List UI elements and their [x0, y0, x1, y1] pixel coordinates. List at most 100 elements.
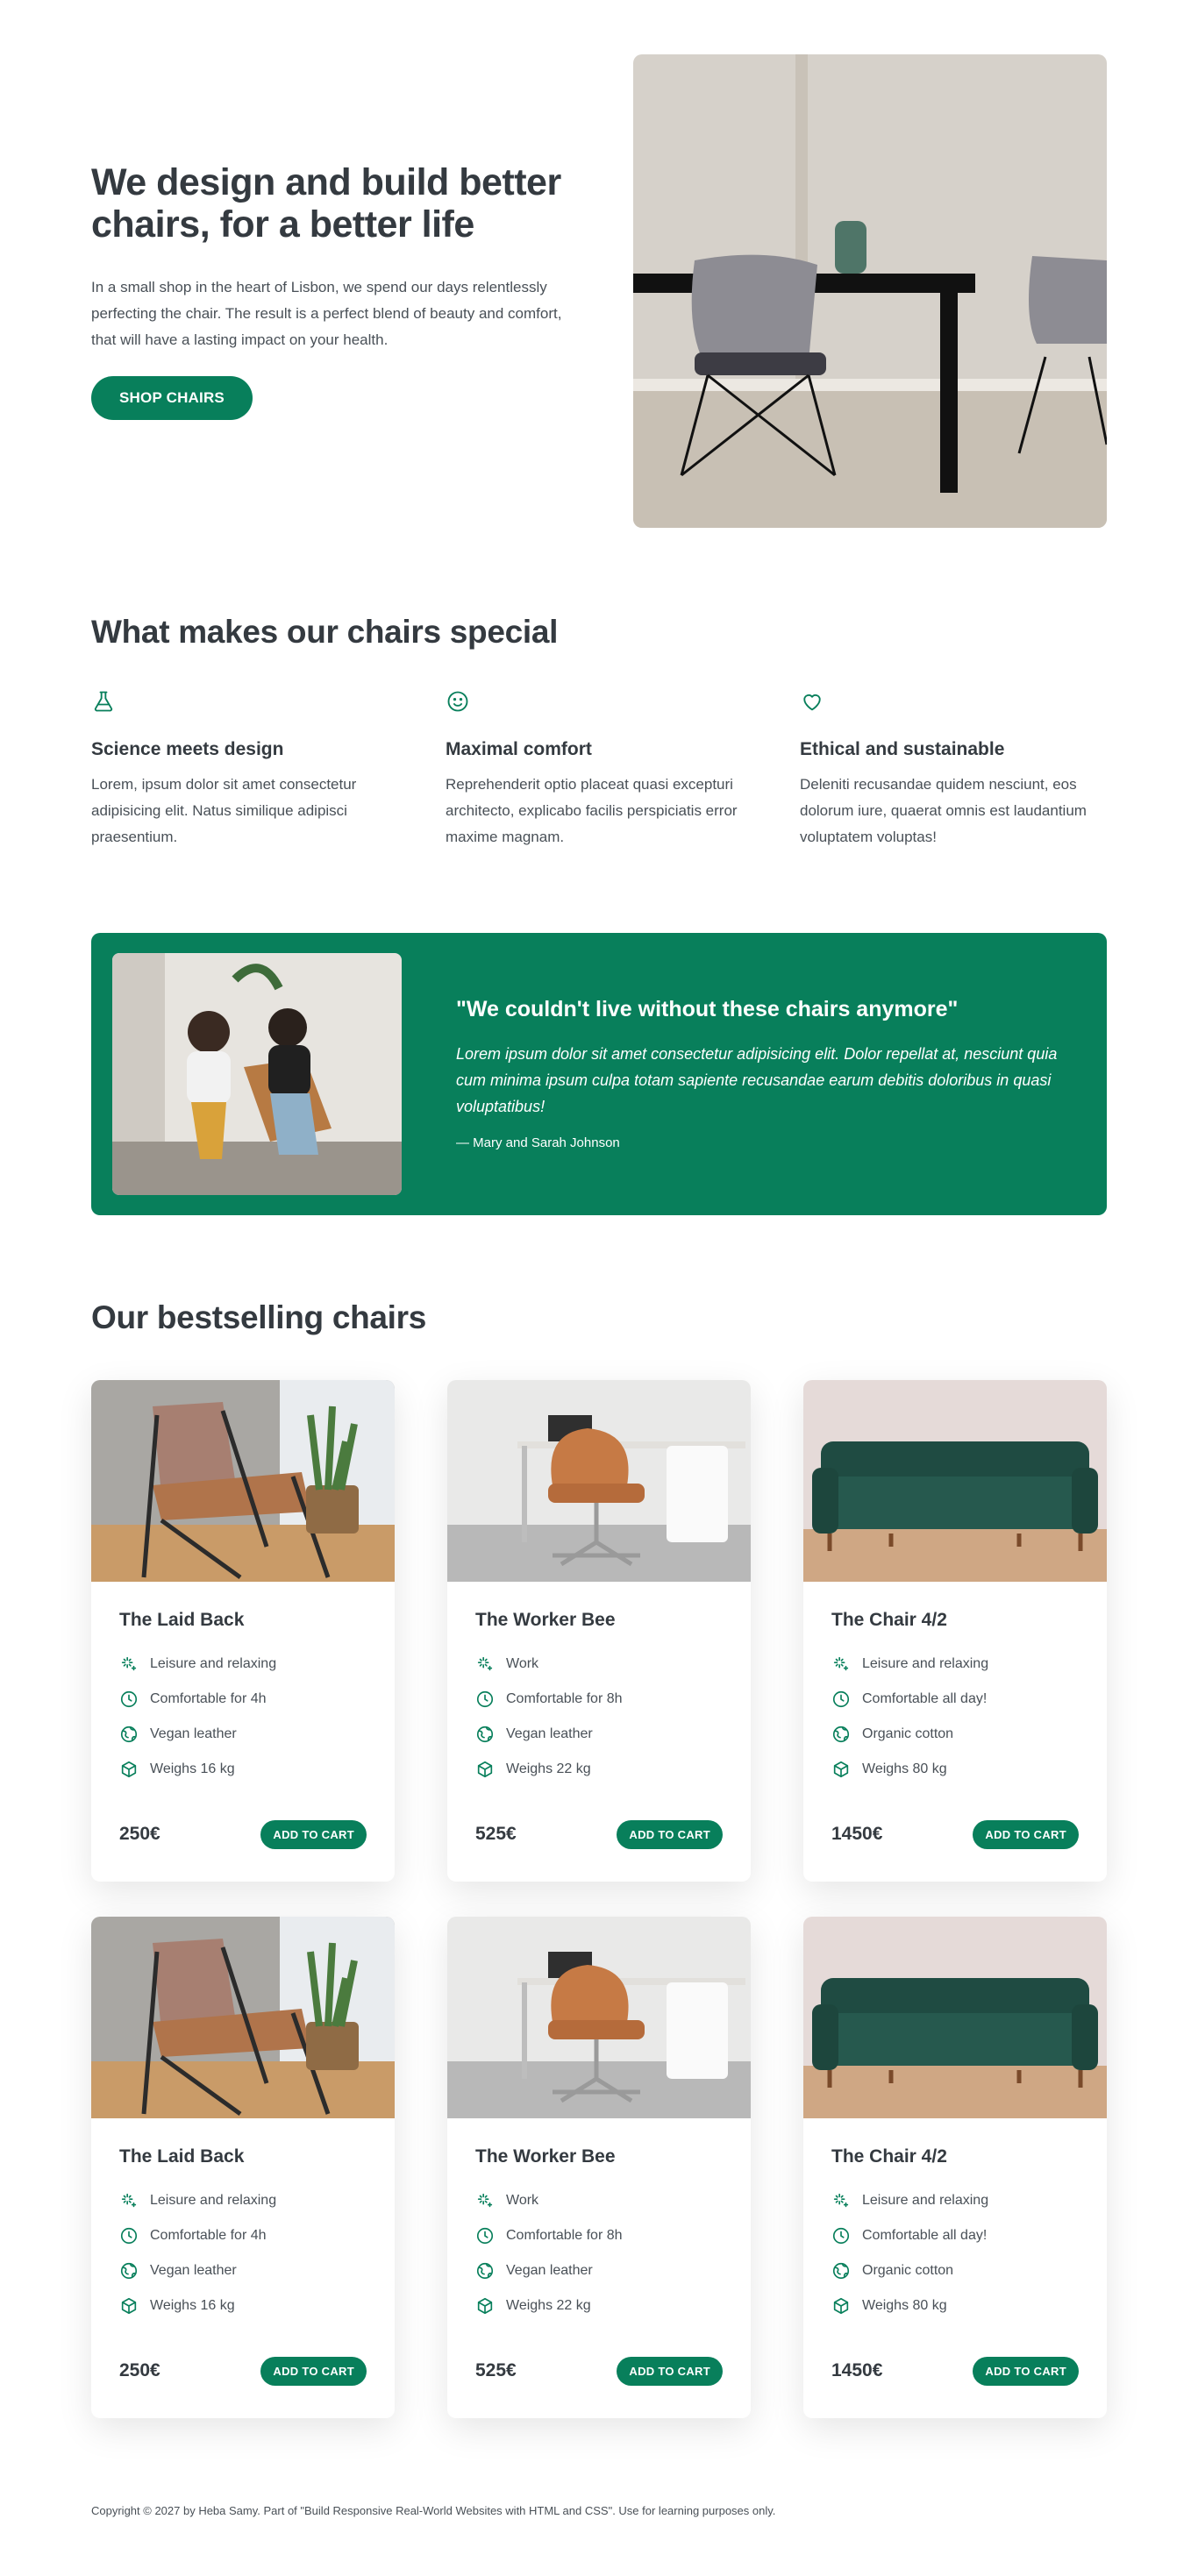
attr-text: Weighs 22 kg: [506, 2297, 591, 2313]
sofa-photo: [803, 1379, 1107, 1582]
product-attributes: Work Comfortable for 8h Vegan leather We…: [475, 1647, 723, 1787]
globe-icon: [120, 1726, 138, 1742]
product-footer: 525€ ADD TO CART: [475, 1819, 723, 1849]
globe-icon: [120, 2262, 138, 2279]
product-footer: 525€ ADD TO CART: [475, 2356, 723, 2386]
product-image: [447, 1916, 751, 2118]
product-footer: 1450€ ADD TO CART: [831, 1819, 1079, 1849]
attr-text: Work: [506, 2192, 539, 2208]
globe-icon: [832, 1726, 850, 1742]
product-body: The Laid Back Leisure and relaxing Comfo…: [91, 1582, 395, 1849]
attr-text: Vegan leather: [150, 2262, 237, 2278]
attr-material: Organic cotton: [831, 1717, 1079, 1752]
product-price: 1450€: [831, 2360, 883, 2381]
copyright-text: Copyright © 2027 by Heba Samy. Part of "…: [91, 2503, 776, 2517]
features-section: What makes our chairs special Science me…: [91, 614, 1107, 850]
attr-comfort: Comfortable for 8h: [475, 2218, 723, 2253]
attr-text: Leisure and relaxing: [150, 2192, 277, 2208]
attr-material: Organic cotton: [831, 2253, 1079, 2288]
hero-description: In a small shop in the heart of Lisbon, …: [91, 279, 562, 349]
add-to-cart-button[interactable]: ADD TO CART: [260, 2356, 367, 2386]
add-to-cart-button[interactable]: ADD TO CART: [617, 2356, 723, 2386]
attr-text: Organic cotton: [862, 2262, 954, 2278]
sparkles-icon: [121, 1656, 137, 1670]
product-image: [91, 1916, 395, 2118]
product-body: The Chair 4/2 Leisure and relaxing Comfo…: [803, 2118, 1107, 2386]
attr-text: Comfortable for 4h: [150, 2227, 267, 2243]
product-price: 1450€: [831, 1824, 883, 1845]
attr-usage: Leisure and relaxing: [119, 1647, 367, 1682]
product-attributes: Leisure and relaxing Comfortable for 4h …: [119, 2183, 367, 2323]
product-body: The Worker Bee Work Comfortable for 8h V…: [447, 1582, 751, 1849]
office-chair-photo: [447, 1379, 751, 1582]
attr-weight: Weighs 22 kg: [475, 2288, 723, 2323]
product-name: The Worker Bee: [475, 2145, 616, 2167]
attr-weight: Weighs 16 kg: [119, 1752, 367, 1787]
products-title: Our bestselling chairs: [91, 1299, 427, 1335]
clock-icon: [832, 2227, 850, 2244]
attr-comfort: Comfortable for 4h: [119, 2218, 367, 2253]
footer: Copyright © 2027 by Heba Samy. Part of "…: [91, 2504, 1107, 2556]
office-chair-photo: [447, 1916, 751, 2118]
product-card: The Laid Back Leisure and relaxing Comfo…: [91, 1379, 395, 1882]
cube-icon: [833, 1761, 849, 1777]
customers-photo: [112, 952, 402, 1195]
product-name: The Worker Bee: [475, 1609, 616, 1630]
product-name: The Laid Back: [119, 1609, 245, 1630]
attr-text: Vegan leather: [150, 1726, 237, 1741]
product-body: The Laid Back Leisure and relaxing Comfo…: [91, 2118, 395, 2386]
attr-text: Vegan leather: [506, 2262, 593, 2278]
attr-usage: Work: [475, 2183, 723, 2218]
product-price: 525€: [475, 1824, 517, 1845]
attr-text: Work: [506, 1655, 539, 1671]
product-name: The Chair 4/2: [831, 1609, 947, 1630]
product-image: [803, 1379, 1107, 1582]
clock-icon: [832, 1690, 850, 1707]
attr-weight: Weighs 22 kg: [475, 1752, 723, 1787]
product-price: 250€: [119, 1824, 160, 1845]
shop-chairs-button[interactable]: SHOP CHAIRS: [91, 376, 253, 421]
product-price: 525€: [475, 2360, 517, 2381]
cube-icon: [833, 2297, 849, 2314]
attr-weight: Weighs 16 kg: [119, 2288, 367, 2323]
sparkles-icon: [477, 1656, 493, 1670]
attr-material: Vegan leather: [119, 1717, 367, 1752]
attr-text: Leisure and relaxing: [150, 1655, 277, 1671]
product-body: The Worker Bee Work Comfortable for 8h V…: [447, 2118, 751, 2386]
add-to-cart-button[interactable]: ADD TO CART: [973, 1819, 1079, 1849]
product-name: The Laid Back: [119, 2145, 245, 2167]
feature-text: Reprehenderit optio placeat quasi except…: [446, 776, 738, 845]
feature-comfort: Maximal comfort Reprehenderit optio plac…: [446, 689, 752, 850]
attr-comfort: Comfortable for 4h: [119, 1682, 367, 1717]
cube-icon: [477, 2297, 493, 2314]
lounge-chair-photo: [91, 1379, 395, 1582]
attr-text: Weighs 16 kg: [150, 1761, 235, 1776]
cube-icon: [121, 2297, 137, 2314]
testimonial-quote: "We couldn't live without these chairs a…: [456, 997, 959, 1022]
clock-icon: [476, 2227, 494, 2244]
product-image: [91, 1379, 395, 1582]
sofa-photo: [803, 1916, 1107, 2118]
hero-text: We design and build better chairs, for a…: [91, 160, 565, 421]
add-to-cart-button[interactable]: ADD TO CART: [260, 1819, 367, 1849]
product-footer: 250€ ADD TO CART: [119, 2356, 367, 2386]
product-image: [803, 1916, 1107, 2118]
attr-weight: Weighs 80 kg: [831, 1752, 1079, 1787]
hero-image: [633, 53, 1107, 528]
features-grid: Science meets design Lorem, ipsum dolor …: [91, 689, 1107, 850]
products-section: Our bestselling chairs The Laid Back Lei…: [91, 1299, 1107, 2418]
product-footer: 250€ ADD TO CART: [119, 1819, 367, 1849]
hero-section: We design and build better chairs, for a…: [91, 0, 1107, 528]
hero-title: We design and build better chairs, for a…: [91, 160, 561, 246]
testimonial-body: "We couldn't live without these chairs a…: [456, 997, 1086, 1150]
attr-comfort: Comfortable all day!: [831, 1682, 1079, 1717]
add-to-cart-button[interactable]: ADD TO CART: [973, 2356, 1079, 2386]
product-footer: 1450€ ADD TO CART: [831, 2356, 1079, 2386]
dining-chairs-photo: [633, 53, 1107, 528]
add-to-cart-button[interactable]: ADD TO CART: [617, 1819, 723, 1849]
product-name: The Chair 4/2: [831, 2145, 947, 2167]
testimonial-section: "We couldn't live without these chairs a…: [91, 932, 1107, 1215]
feature-title: Science meets design: [91, 739, 284, 759]
attr-text: Comfortable for 8h: [506, 2227, 623, 2243]
attr-text: Weighs 80 kg: [862, 2297, 947, 2313]
